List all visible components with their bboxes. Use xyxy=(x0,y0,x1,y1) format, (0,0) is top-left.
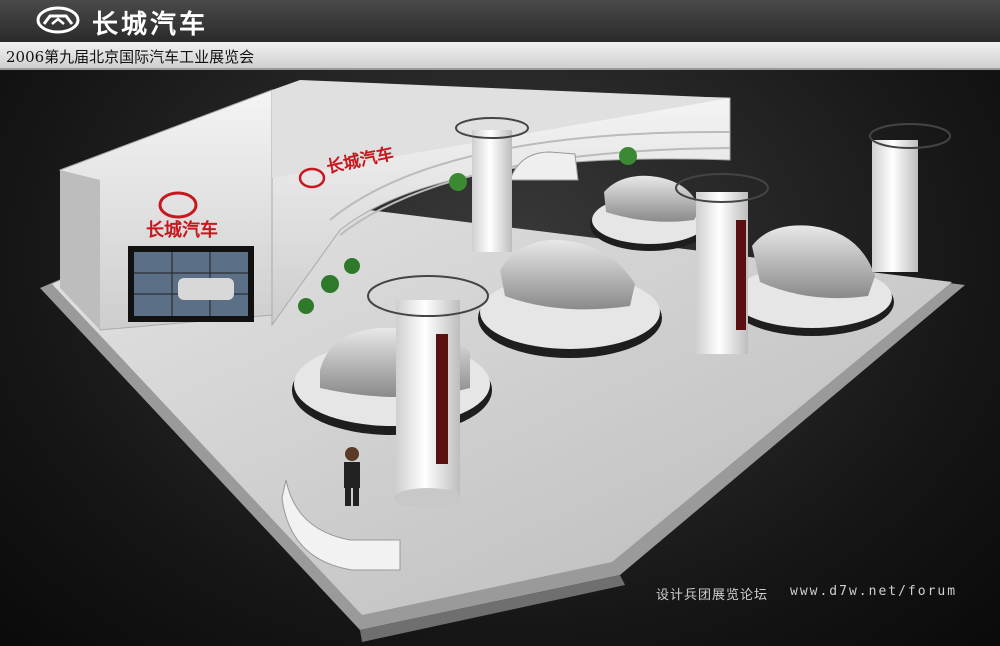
great-wall-logo-icon xyxy=(36,6,80,34)
brand-name: 长城汽车 xyxy=(92,10,209,40)
exhibition-render: 长城汽车 2006第九届北京国际汽车工业展览会 长城汽车 长城汽车 设计兵团展览… xyxy=(0,0,1000,646)
car-display-right xyxy=(730,225,894,336)
watermark-url: www.d7w.net/forum xyxy=(790,584,958,599)
car-display-back xyxy=(590,175,710,251)
header-bar: 长城汽车 xyxy=(0,0,1000,42)
exhibition-title: 2006第九届北京国际汽车工业展览会 xyxy=(6,48,255,66)
video-wall xyxy=(128,246,254,322)
wall-sign-text: 长城汽车 xyxy=(146,219,218,241)
booth-scene: 长城汽车 长城汽车 xyxy=(40,80,965,642)
watermark-label: 设计兵团展览论坛 xyxy=(656,588,769,603)
column-far-right xyxy=(869,123,951,272)
